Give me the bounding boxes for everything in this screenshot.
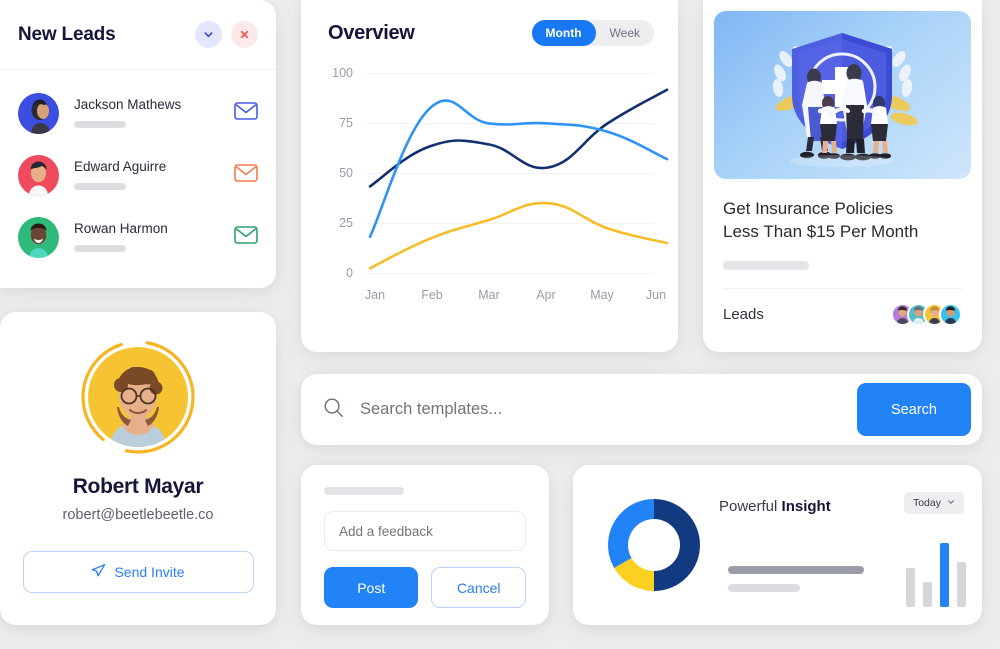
cancel-button[interactable]: Cancel (431, 567, 526, 608)
family-shield-insurance-illustration (714, 11, 971, 179)
search-bar: Search (301, 374, 982, 445)
feedback-card: Post Cancel (301, 465, 549, 625)
x-tick-mar: Mar (478, 288, 500, 302)
x-tick-feb: Feb (421, 288, 443, 302)
lead-name: Jackson Mathews (74, 96, 182, 112)
donut-segment-navy (654, 499, 700, 591)
avatar (939, 302, 962, 326)
send-plane-icon (91, 563, 106, 581)
x-tick-apr: Apr (536, 288, 556, 302)
mini-bar (957, 561, 966, 607)
lead-subtitle-placeholder (74, 121, 126, 129)
x-tick-may: May (590, 288, 614, 302)
today-dropdown[interactable]: Today (903, 492, 964, 514)
insurance-headline-line2: Less Than $15 Per Month (723, 222, 919, 242)
y-tick-50: 50 (339, 166, 353, 180)
feedback-title-placeholder (324, 487, 404, 495)
y-tick-75: 75 (339, 116, 353, 130)
chart-series-lines (368, 88, 669, 270)
y-tick-25: 25 (339, 216, 353, 230)
leads-avatar-stack[interactable] (891, 302, 962, 326)
feedback-input[interactable] (324, 511, 526, 551)
mini-bar (906, 567, 915, 607)
insight-title-normal: Powerful (719, 498, 782, 515)
powerful-insight-card: Powerful Insight Today (573, 465, 982, 625)
lead-subtitle-placeholder (74, 183, 126, 191)
new-leads-actions (195, 21, 258, 48)
leads-label: Leads (723, 305, 764, 323)
profile-name: Robert Mayar (72, 475, 204, 498)
insight-content: Powerful Insight Today (573, 465, 982, 625)
chart-line-yellow (368, 201, 669, 270)
envelope-icon[interactable] (234, 163, 258, 187)
insight-title: Powerful Insight (719, 498, 831, 515)
search-icon (323, 397, 344, 423)
lead-name: Rowan Harmon (74, 220, 168, 236)
mini-bar (923, 582, 932, 607)
post-button[interactable]: Post (324, 567, 419, 608)
envelope-icon[interactable] (234, 225, 258, 249)
tab-week[interactable]: Week (596, 20, 654, 46)
list-item[interactable]: Rowan Harmon (0, 206, 276, 268)
tab-month[interactable]: Month (531, 20, 596, 46)
insight-donut-chart (608, 499, 700, 591)
x-tick-jun: Jun (645, 288, 667, 302)
overview-card: Overview Month Week 100 75 50 25 0 Jan F… (301, 0, 678, 352)
search-input[interactable] (360, 400, 857, 419)
search-bar-card: Search (301, 374, 982, 445)
y-tick-0: 0 (346, 266, 353, 280)
insight-mini-bar-chart (906, 543, 966, 607)
new-leads-card: New Leads Jackson Mathews Edward Aguirre… (0, 0, 276, 288)
avatar (18, 216, 59, 258)
insurance-promo-card: Get Insurance Policies Less Than $15 Per… (703, 0, 982, 352)
dashboard-stage: New Leads Jackson Mathews Edward Aguirre… (0, 0, 1000, 649)
new-leads-header: New Leads (0, 0, 276, 70)
insurance-footer: Leads (703, 289, 982, 326)
list-item[interactable]: Edward Aguirre (0, 144, 276, 206)
profile-content: Robert Mayar robert@beetlebeetle.co Send… (0, 312, 276, 593)
today-label: Today (912, 497, 941, 509)
chevron-down-icon (947, 497, 955, 509)
profile-email: robert@beetlebeetle.co (62, 507, 214, 523)
list-item-info: Jackson Mathews (74, 96, 234, 129)
insight-text-placeholder-2 (728, 584, 800, 592)
range-toggle: Month Week (531, 20, 654, 46)
chart-line-blue (368, 99, 669, 239)
send-invite-button[interactable]: Send Invite (22, 551, 254, 593)
x-tick-jan: Jan (364, 288, 386, 302)
envelope-icon[interactable] (234, 101, 258, 125)
lead-subtitle-placeholder (74, 245, 126, 253)
feedback-actions: Post Cancel (324, 567, 526, 608)
page-title: New Leads (18, 23, 116, 45)
insurance-headline-line1: Get Insurance Policies (723, 199, 894, 218)
insight-title-bold: Insight (781, 498, 831, 515)
insurance-subtitle-placeholder (723, 260, 809, 270)
avatar (88, 347, 188, 447)
list-item[interactable]: Jackson Mathews (0, 82, 276, 144)
donut-segment-blue (608, 499, 654, 568)
chevron-down-icon[interactable] (195, 21, 222, 48)
overview-line-chart: 100 75 50 25 0 Jan Feb Mar Apr May Jun (319, 60, 669, 308)
close-icon[interactable] (231, 21, 258, 48)
list-item-info: Edward Aguirre (74, 158, 234, 191)
list-item-info: Rowan Harmon (74, 220, 234, 253)
profile-card: Robert Mayar robert@beetlebeetle.co Send… (0, 312, 276, 625)
lead-name: Edward Aguirre (74, 158, 167, 174)
overview-title: Overview (328, 21, 415, 44)
mini-bar (940, 543, 949, 607)
avatar (18, 92, 59, 134)
insight-text-placeholder-1 (728, 566, 864, 574)
send-invite-label: Send Invite (114, 564, 185, 580)
profile-avatar-ring (79, 338, 197, 456)
y-tick-100: 100 (332, 66, 353, 80)
avatar (18, 154, 59, 196)
new-leads-list: Jackson Mathews Edward Aguirre Rowan Har… (0, 70, 276, 268)
overview-header: Overview Month Week (301, 0, 678, 46)
search-button[interactable]: Search (857, 383, 971, 436)
insurance-headline: Get Insurance Policies Less Than $15 Per… (703, 179, 982, 244)
